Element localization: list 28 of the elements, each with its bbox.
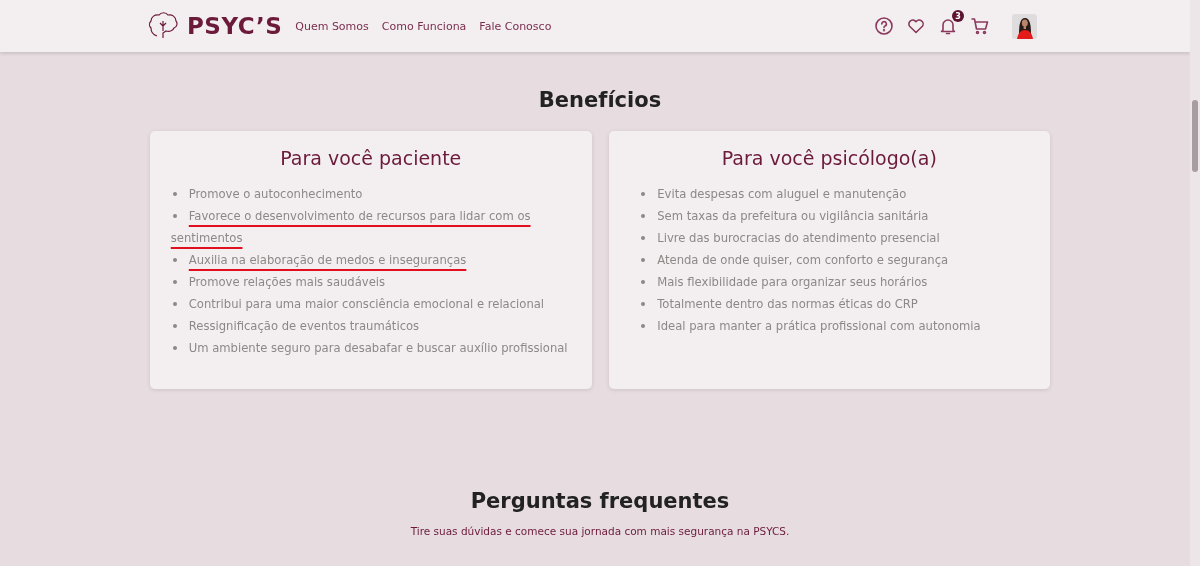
benefit-item: Atenda de onde quiser, com conforto e segurança — [639, 249, 1020, 271]
benefit-item: Ideal para manter a prática profissional com autonomia — [639, 315, 1020, 337]
help-icon[interactable] — [874, 16, 894, 36]
benefit-item: Promove relações mais saudáveis — [170, 271, 571, 293]
benefit-item: Contribui para uma maior consciência emocional e relacional — [170, 293, 571, 315]
benefit-item: Totalmente dentro das normas éticas do CRP — [639, 293, 1020, 315]
section-title: Benefícios — [537, 88, 663, 112]
benefit-item: Um ambiente seguro para desabafar e buscar auxílio profissional — [170, 337, 571, 359]
card-title: Para você paciente — [280, 147, 462, 169]
card-title: Para você psicólogo(a) — [721, 147, 937, 169]
section-title: Perguntas frequentes — [469, 489, 731, 513]
cart-icon[interactable] — [970, 16, 990, 36]
nav-link[interactable]: Como Funciona — [381, 19, 467, 33]
benefit-item: Mais flexibilidade para organizar seus horários — [639, 271, 1020, 293]
logo-text[interactable]: PSYC’S — [187, 13, 283, 39]
section-subtitle: Tire suas dúvidas e comece sua jornada com mais segurança na PSYCS. — [410, 525, 790, 537]
benefit-item: Favorece o desenvolvimento de recursos para lidar com os sentimentos — [170, 208, 532, 247]
benefit-item: Promove o autoconhecimento — [170, 183, 571, 205]
benefit-item: Ressignificação de eventos traumáticos — [170, 315, 571, 337]
nav-link[interactable]: Fale Conosco — [479, 19, 552, 33]
notification-badge: 3 — [952, 10, 964, 22]
scrollbar[interactable] — [1190, 0, 1200, 566]
heart-icon[interactable] — [906, 16, 926, 36]
benefit-item: Auxilia na elaboração de medos e inseguranças — [170, 249, 571, 271]
benefit-item: Evita despesas com aluguel e manutenção — [639, 183, 1020, 205]
benefit-item: Sem taxas da prefeitura ou vigilância sanitária — [639, 205, 1020, 227]
nav-link[interactable]: Quem Somos — [295, 19, 369, 33]
benefit-item: Livre das burocracias do atendimento presencial — [639, 227, 1020, 249]
